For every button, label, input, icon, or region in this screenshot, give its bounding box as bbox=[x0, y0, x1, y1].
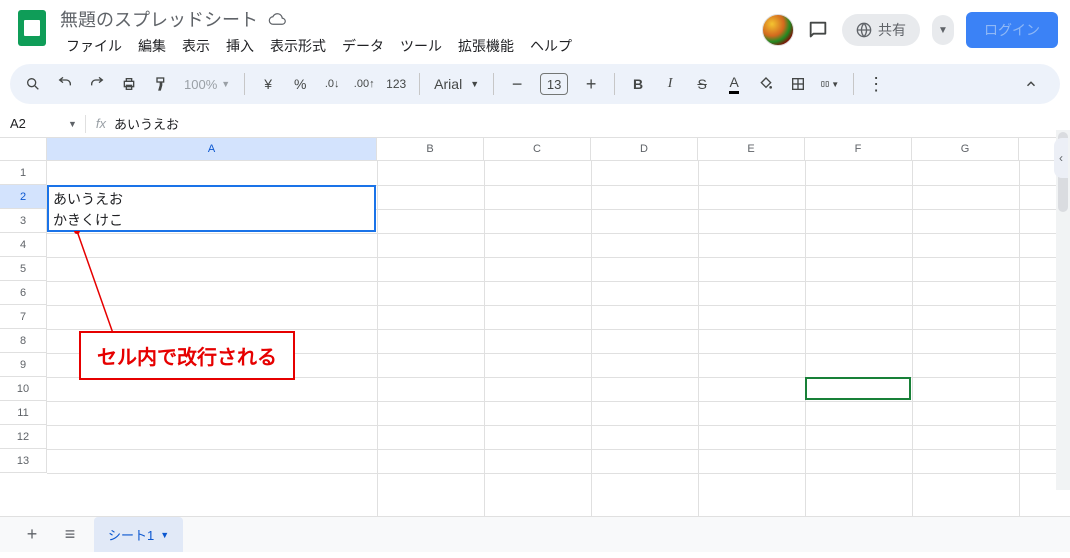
row-header-2[interactable]: 2 bbox=[0, 185, 47, 209]
row-header-11[interactable]: 11 bbox=[0, 401, 47, 425]
side-panel-toggle[interactable]: ‹ bbox=[1054, 138, 1068, 178]
annotation-text: セル内で改行される bbox=[97, 347, 277, 369]
col-header-B[interactable]: B bbox=[377, 138, 484, 160]
increase-font-icon[interactable]: + bbox=[582, 75, 600, 93]
menu-data[interactable]: データ bbox=[336, 34, 390, 58]
menu-help[interactable]: ヘルプ bbox=[524, 34, 578, 58]
cell-line2: かきくけこ bbox=[53, 210, 370, 231]
add-sheet-button[interactable]: + bbox=[18, 521, 46, 549]
strikethrough-icon[interactable]: S bbox=[693, 75, 711, 93]
col-header-E[interactable]: E bbox=[698, 138, 805, 160]
font-size-input[interactable]: 13 bbox=[540, 73, 568, 95]
col-header-C[interactable]: C bbox=[484, 138, 591, 160]
redo-icon[interactable] bbox=[88, 75, 106, 93]
print-icon[interactable] bbox=[120, 75, 138, 93]
text-color-icon[interactable]: A bbox=[725, 75, 743, 93]
collaborator-cursor-F10 bbox=[805, 377, 911, 400]
formula-input[interactable]: あいうえお bbox=[114, 114, 179, 133]
active-cell-A2[interactable]: あいうえお かきくけこ bbox=[47, 185, 376, 232]
fx-label: fx bbox=[96, 116, 106, 131]
search-icon[interactable] bbox=[24, 75, 42, 93]
row-header-4[interactable]: 4 bbox=[0, 233, 47, 257]
row-header-7[interactable]: 7 bbox=[0, 305, 47, 329]
row-header-6[interactable]: 6 bbox=[0, 281, 47, 305]
spreadsheet-grid[interactable]: A B C D E F G 1 2 3 4 5 6 7 8 9 10 11 12… bbox=[0, 138, 1070, 521]
paint-format-icon[interactable] bbox=[152, 75, 170, 93]
merge-cells-icon[interactable]: ▼ bbox=[821, 75, 839, 93]
menu-insert[interactable]: 挿入 bbox=[220, 34, 260, 58]
vertical-scrollbar[interactable] bbox=[1056, 130, 1070, 490]
menu-bar: ファイル 編集 表示 挿入 表示形式 データ ツール 拡張機能 ヘルプ bbox=[60, 34, 754, 58]
col-header-A[interactable]: A bbox=[47, 138, 377, 160]
sheet-tab-bar: + ≡ シート1 ▼ bbox=[0, 516, 1070, 552]
menu-view[interactable]: 表示 bbox=[176, 34, 216, 58]
menu-file[interactable]: ファイル bbox=[60, 34, 128, 58]
sheet-tab-menu-icon[interactable]: ▼ bbox=[160, 530, 169, 540]
share-button[interactable]: 共有 bbox=[842, 14, 920, 46]
col-header-F[interactable]: F bbox=[805, 138, 912, 160]
toolbar: 100% ▼ ¥ % .0↓ .00↑ 123 Arial▼ − 13 + B … bbox=[10, 64, 1060, 104]
select-all-corner[interactable] bbox=[0, 138, 47, 160]
currency-yen-icon[interactable]: ¥ bbox=[259, 75, 277, 93]
borders-icon[interactable] bbox=[789, 75, 807, 93]
sheet-tab-1[interactable]: シート1 ▼ bbox=[94, 517, 183, 552]
menu-edit[interactable]: 編集 bbox=[132, 34, 172, 58]
italic-icon[interactable]: I bbox=[661, 75, 679, 93]
col-header-D[interactable]: D bbox=[591, 138, 698, 160]
increase-decimal-icon[interactable]: .00↑ bbox=[355, 75, 373, 93]
name-box-dropdown[interactable]: ▼ bbox=[60, 119, 85, 129]
share-label: 共有 bbox=[878, 20, 906, 40]
menu-format[interactable]: 表示形式 bbox=[264, 34, 332, 58]
row-header-13[interactable]: 13 bbox=[0, 449, 47, 473]
all-sheets-button[interactable]: ≡ bbox=[56, 521, 84, 549]
row-header-9[interactable]: 9 bbox=[0, 353, 47, 377]
row-header-8[interactable]: 8 bbox=[0, 329, 47, 353]
formula-bar: A2 ▼ fx あいうえお bbox=[0, 110, 1070, 138]
col-header-G[interactable]: G bbox=[912, 138, 1019, 160]
doc-title[interactable]: 無題のスプレッドシート bbox=[60, 6, 258, 32]
row-header-3[interactable]: 3 bbox=[0, 209, 47, 233]
decrease-decimal-icon[interactable]: .0↓ bbox=[323, 75, 341, 93]
collapse-toolbar-icon[interactable] bbox=[1016, 69, 1046, 99]
annotation-box: セル内で改行される bbox=[79, 331, 295, 380]
menu-extensions[interactable]: 拡張機能 bbox=[452, 34, 520, 58]
format-123-icon[interactable]: 123 bbox=[387, 75, 405, 93]
sheets-logo[interactable] bbox=[12, 8, 52, 48]
fill-color-icon[interactable] bbox=[757, 75, 775, 93]
sheet-tab-label: シート1 bbox=[108, 525, 154, 544]
row-header-12[interactable]: 12 bbox=[0, 425, 47, 449]
row-header-1[interactable]: 1 bbox=[0, 161, 47, 185]
cloud-icon bbox=[268, 12, 286, 26]
zoom-select[interactable]: 100% ▼ bbox=[184, 77, 230, 92]
share-dropdown[interactable]: ▼ bbox=[932, 15, 954, 45]
undo-icon[interactable] bbox=[56, 75, 74, 93]
percent-icon[interactable]: % bbox=[291, 75, 309, 93]
bold-icon[interactable]: B bbox=[629, 75, 647, 93]
decrease-font-icon[interactable]: − bbox=[508, 75, 526, 93]
font-select[interactable]: Arial▼ bbox=[434, 76, 479, 92]
row-header-5[interactable]: 5 bbox=[0, 257, 47, 281]
cell-line1: あいうえお bbox=[53, 189, 370, 210]
more-icon[interactable]: ⋮ bbox=[868, 75, 886, 93]
comments-icon[interactable] bbox=[806, 18, 830, 42]
row-header-10[interactable]: 10 bbox=[0, 377, 47, 401]
login-button[interactable]: ログイン bbox=[966, 12, 1058, 48]
name-box[interactable]: A2 bbox=[0, 116, 60, 131]
avatar[interactable] bbox=[762, 14, 794, 46]
menu-tools[interactable]: ツール bbox=[394, 34, 448, 58]
